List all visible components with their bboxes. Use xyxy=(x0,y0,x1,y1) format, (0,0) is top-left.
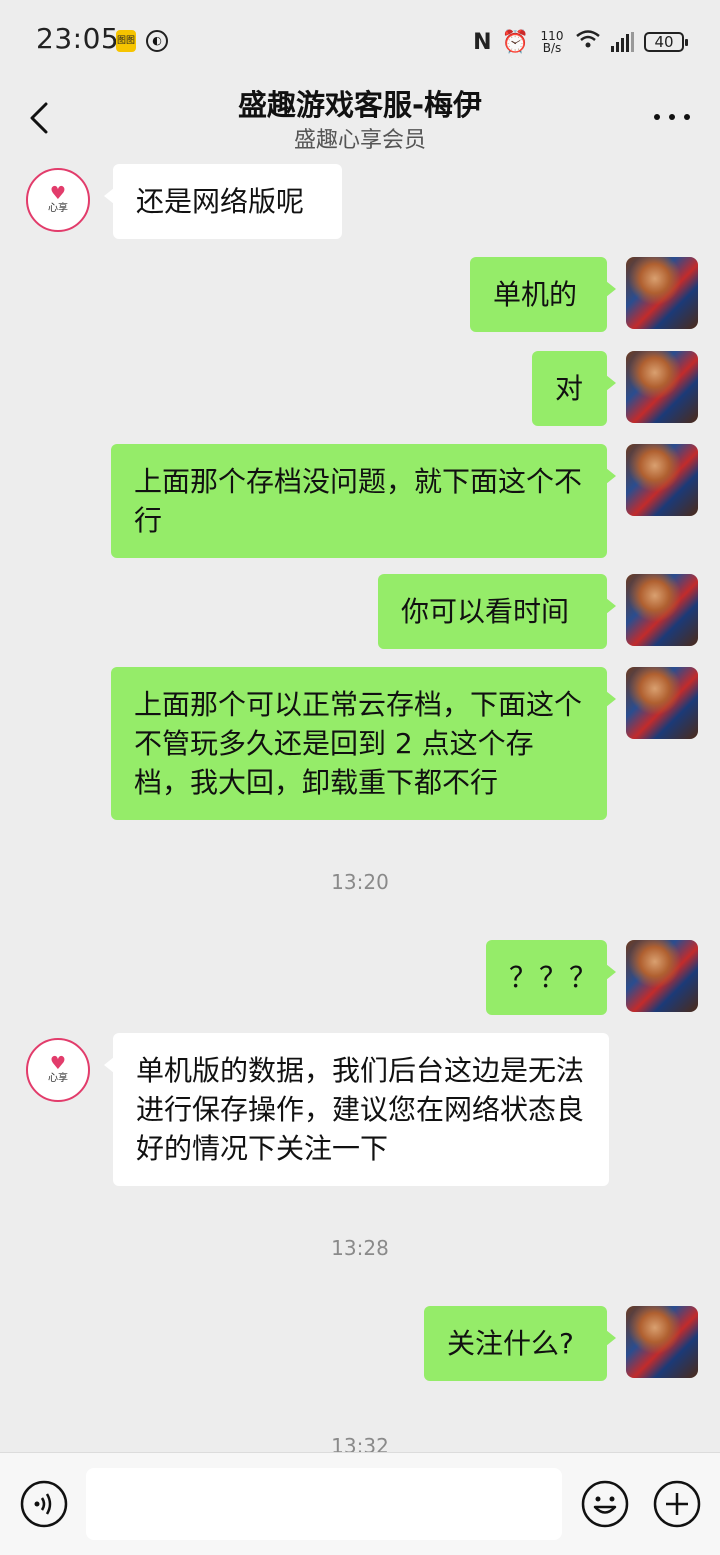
message-bubble[interactable]: ？？？ xyxy=(486,940,616,1015)
nfc-icon: N xyxy=(473,29,492,55)
voice-input-icon[interactable] xyxy=(20,1480,68,1528)
status-time: 23:05 xyxy=(36,22,120,55)
status-bar: 23:05 图图 ◐ N ⏰ 110 B/s 40 xyxy=(0,0,720,80)
network-speed-unit: B/s xyxy=(542,41,562,55)
message-timestamp: 13:20 xyxy=(331,870,389,894)
user-avatar[interactable] xyxy=(626,667,698,739)
network-speed: 110 B/s xyxy=(539,30,565,54)
message-bubble[interactable]: 关注什么? xyxy=(424,1306,616,1381)
more-options-icon[interactable] xyxy=(654,110,690,124)
heart-logo-icon: ♥ xyxy=(49,1053,67,1074)
service-avatar[interactable]: ♥ 心享 xyxy=(26,1038,90,1102)
chat-messages[interactable]: ♥ 心享 还是网络版呢 单机的 对 上面那个存档没问题，就下面这个不行 你可以看… xyxy=(0,162,720,1452)
app-notification-icon-2: ◐ xyxy=(146,30,168,52)
message-timestamp: 13:28 xyxy=(331,1236,389,1260)
message-bubble[interactable]: 上面那个可以正常云存档，下面这个不管玩多久还是回到 2 点这个存档，我大回，卸载… xyxy=(111,667,616,820)
user-avatar[interactable] xyxy=(626,351,698,423)
app-notification-icon: 图图 xyxy=(116,30,136,52)
service-avatar[interactable]: ♥ 心享 xyxy=(26,168,90,232)
input-bar xyxy=(0,1452,720,1555)
signal-icon xyxy=(611,32,634,52)
chat-subtitle: 盛趣心享会员 xyxy=(293,128,426,153)
message-bubble[interactable]: 你可以看时间 xyxy=(378,574,616,649)
battery-icon: 40 xyxy=(644,32,688,52)
user-avatar[interactable] xyxy=(626,940,698,1012)
user-avatar[interactable] xyxy=(626,1306,698,1378)
heart-logo-icon: ♥ xyxy=(49,183,67,204)
chat-header: 盛趣游戏客服-梅伊 盛趣心享会员 xyxy=(0,80,720,162)
user-avatar[interactable] xyxy=(626,444,698,516)
message-bubble[interactable]: 对 xyxy=(532,351,616,426)
message-bubble[interactable]: 还是网络版呢 xyxy=(104,164,342,239)
message-bubble[interactable]: 单机的 xyxy=(470,257,616,332)
service-avatar-label: 心享 xyxy=(48,203,68,214)
user-avatar[interactable] xyxy=(626,574,698,646)
status-icons: N ⏰ 110 B/s 40 xyxy=(473,26,688,58)
wifi-icon xyxy=(575,29,601,55)
chat-title: 盛趣游戏客服-梅伊 xyxy=(237,88,483,122)
message-bubble[interactable]: 上面那个存档没问题，就下面这个不行 xyxy=(111,444,616,558)
message-timestamp: 13:32 xyxy=(331,1434,389,1452)
emoji-icon[interactable] xyxy=(581,1480,629,1528)
user-avatar[interactable] xyxy=(626,257,698,329)
service-avatar-label: 心享 xyxy=(48,1073,68,1084)
alarm-icon: ⏰ xyxy=(501,29,529,55)
message-input[interactable] xyxy=(86,1468,562,1540)
message-bubble[interactable]: 单机版的数据，我们后台这边是无法进行保存操作，建议您在网络状态良好的情况下关注一… xyxy=(104,1033,609,1186)
add-attachment-icon[interactable] xyxy=(653,1480,701,1528)
